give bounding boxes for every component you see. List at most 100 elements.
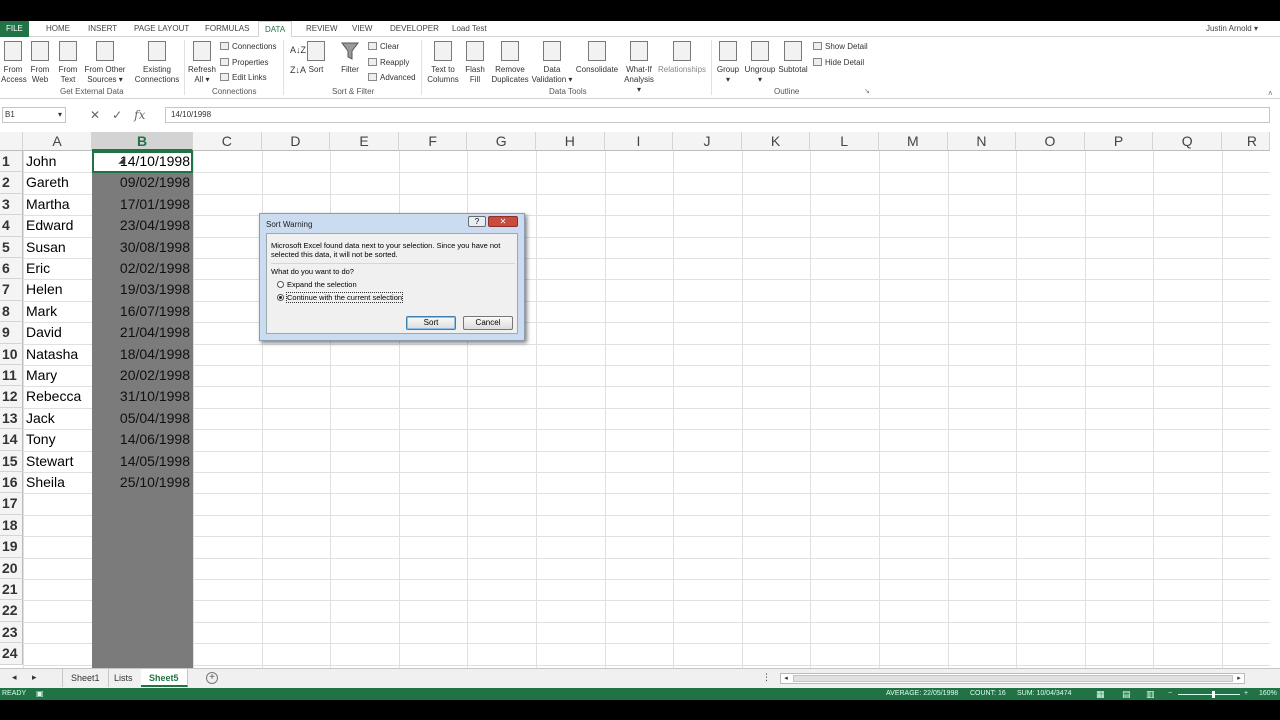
column-header[interactable]: O: [1016, 132, 1085, 151]
macro-record-icon[interactable]: ▣: [36, 688, 44, 700]
user-account[interactable]: Justin Arnold ▾: [1206, 21, 1258, 37]
cell-name[interactable]: Natasha: [26, 344, 78, 365]
cell-name[interactable]: Jack: [26, 408, 55, 429]
column-header[interactable]: P: [1084, 132, 1154, 151]
row-header[interactable]: 13: [0, 407, 23, 430]
cell-name[interactable]: Stewart: [26, 451, 73, 472]
properties-button[interactable]: Properties: [220, 58, 268, 68]
data-validation-button[interactable]: Data Validation ▾: [531, 41, 573, 85]
column-header[interactable]: K: [741, 132, 811, 151]
reapply-button[interactable]: Reapply: [368, 58, 409, 68]
row-header[interactable]: 6: [0, 258, 23, 280]
consolidate-button[interactable]: Consolidate: [575, 41, 619, 75]
row-header[interactable]: 23: [0, 621, 23, 644]
column-header[interactable]: L: [810, 132, 879, 151]
tab-home[interactable]: HOME: [40, 21, 76, 37]
existing-connections-button[interactable]: Existing Connections: [133, 41, 181, 85]
cell-date[interactable]: 14/05/1998: [92, 451, 190, 472]
zoom-out-icon[interactable]: −: [1168, 688, 1172, 700]
column-header[interactable]: Q: [1153, 132, 1222, 151]
cancel-button[interactable]: Cancel: [463, 316, 513, 330]
tab-formulas[interactable]: FORMULAS: [199, 21, 255, 37]
zoom-in-icon[interactable]: +: [1244, 688, 1248, 700]
cell-date[interactable]: 19/03/1998: [92, 279, 190, 300]
cell-name[interactable]: Rebecca: [26, 386, 81, 407]
column-header[interactable]: E: [330, 132, 399, 151]
chevron-down-icon[interactable]: ▾: [58, 108, 62, 122]
row-header[interactable]: 14: [0, 429, 23, 451]
row-header[interactable]: 2: [0, 172, 23, 194]
page-layout-view-icon[interactable]: ▤: [1122, 688, 1131, 700]
cell-name[interactable]: Mary: [26, 365, 57, 386]
cell-date[interactable]: 05/04/1998: [92, 408, 190, 429]
tab-insert[interactable]: INSERT: [82, 21, 123, 37]
column-header[interactable]: C: [193, 132, 262, 151]
cell-name[interactable]: Martha: [26, 194, 70, 215]
row-header[interactable]: 20: [0, 557, 23, 579]
cell-date[interactable]: 14/06/1998: [92, 429, 190, 450]
row-header[interactable]: 3: [0, 193, 23, 216]
column-header-selected[interactable]: B: [92, 132, 193, 151]
cell-date[interactable]: 23/04/1998: [92, 215, 190, 236]
scroll-right-arrow-icon[interactable]: ▸: [1234, 674, 1244, 683]
cell-name[interactable]: Helen: [26, 279, 63, 300]
worksheet-grid[interactable]: A B C D E F G H I J K L M N O P Q R 1234…: [0, 132, 1270, 668]
select-all-corner[interactable]: [0, 132, 23, 151]
dialog-launcher-icon[interactable]: ↘: [864, 87, 870, 97]
column-header[interactable]: N: [947, 132, 1017, 151]
column-header[interactable]: R: [1222, 132, 1270, 151]
row-header[interactable]: 9: [0, 322, 23, 344]
from-text-button[interactable]: From Text: [57, 41, 79, 85]
collapse-ribbon-icon[interactable]: ˄: [1268, 89, 1273, 99]
column-header[interactable]: J: [673, 132, 742, 151]
row-header[interactable]: 18: [0, 514, 23, 537]
expand-selection-radio[interactable]: Expand the selection: [277, 280, 357, 290]
close-icon[interactable]: ✕: [488, 216, 518, 227]
cell-date[interactable]: 14/10/1998: [92, 151, 190, 172]
row-header[interactable]: 17: [0, 493, 23, 515]
cell-name[interactable]: Susan: [26, 237, 66, 258]
tab-page-layout[interactable]: PAGE LAYOUT: [128, 21, 195, 37]
new-sheet-button[interactable]: +: [206, 672, 218, 684]
cell-date[interactable]: 25/10/1998: [92, 472, 190, 493]
zoom-slider[interactable]: [1178, 694, 1240, 695]
relationships-button[interactable]: Relationships: [657, 41, 707, 75]
row-header[interactable]: 21: [0, 579, 23, 601]
cell-date[interactable]: 09/02/1998: [92, 172, 190, 193]
row-header[interactable]: 15: [0, 450, 23, 472]
row-header[interactable]: 4: [0, 215, 23, 237]
scroll-left-arrow-icon[interactable]: ◂: [781, 674, 791, 683]
from-access-button[interactable]: From Access: [1, 41, 27, 85]
subtotal-button[interactable]: Subtotal: [777, 41, 809, 75]
scroll-right-icon[interactable]: ▸: [32, 672, 37, 683]
connections-button[interactable]: Connections: [220, 42, 276, 52]
cell-date[interactable]: 16/07/1998: [92, 301, 190, 322]
what-if-analysis-button[interactable]: What-If Analysis ▾: [621, 41, 657, 95]
sheet-tab-sheet1[interactable]: Sheet1: [62, 669, 109, 687]
row-header[interactable]: 19: [0, 536, 23, 558]
row-header[interactable]: 5: [0, 236, 23, 258]
remove-duplicates-button[interactable]: Remove Duplicates: [489, 41, 531, 85]
formula-input[interactable]: 14/10/1998: [165, 107, 1270, 123]
tab-developer[interactable]: DEVELOPER: [384, 21, 445, 37]
scrollbar-thumb[interactable]: [793, 675, 1233, 682]
tab-split-handle-icon[interactable]: ⋮: [762, 672, 771, 683]
tab-file[interactable]: FILE: [0, 21, 29, 37]
cell-date[interactable]: 18/04/1998: [92, 344, 190, 365]
cell-date[interactable]: 20/02/1998: [92, 365, 190, 386]
row-header[interactable]: 16: [0, 472, 23, 494]
column-header[interactable]: D: [261, 132, 331, 151]
sheet-tab-lists[interactable]: Lists: [106, 669, 142, 687]
advanced-filter-button[interactable]: Advanced: [368, 73, 416, 83]
continue-selection-radio[interactable]: Continue with the current selection: [277, 292, 404, 303]
row-header[interactable]: 7: [0, 279, 23, 301]
cell-date[interactable]: 21/04/1998: [92, 322, 190, 343]
tab-view[interactable]: VIEW: [346, 21, 378, 37]
row-header[interactable]: 11: [0, 365, 23, 387]
sheet-tab-sheet5[interactable]: Sheet5: [141, 669, 188, 687]
group-button[interactable]: Group ▾: [714, 41, 742, 85]
cell-name[interactable]: Edward: [26, 215, 73, 236]
column-header[interactable]: A: [23, 132, 92, 151]
cell-name[interactable]: Sheila: [26, 472, 65, 493]
cell-date[interactable]: 17/01/1998: [92, 194, 190, 215]
